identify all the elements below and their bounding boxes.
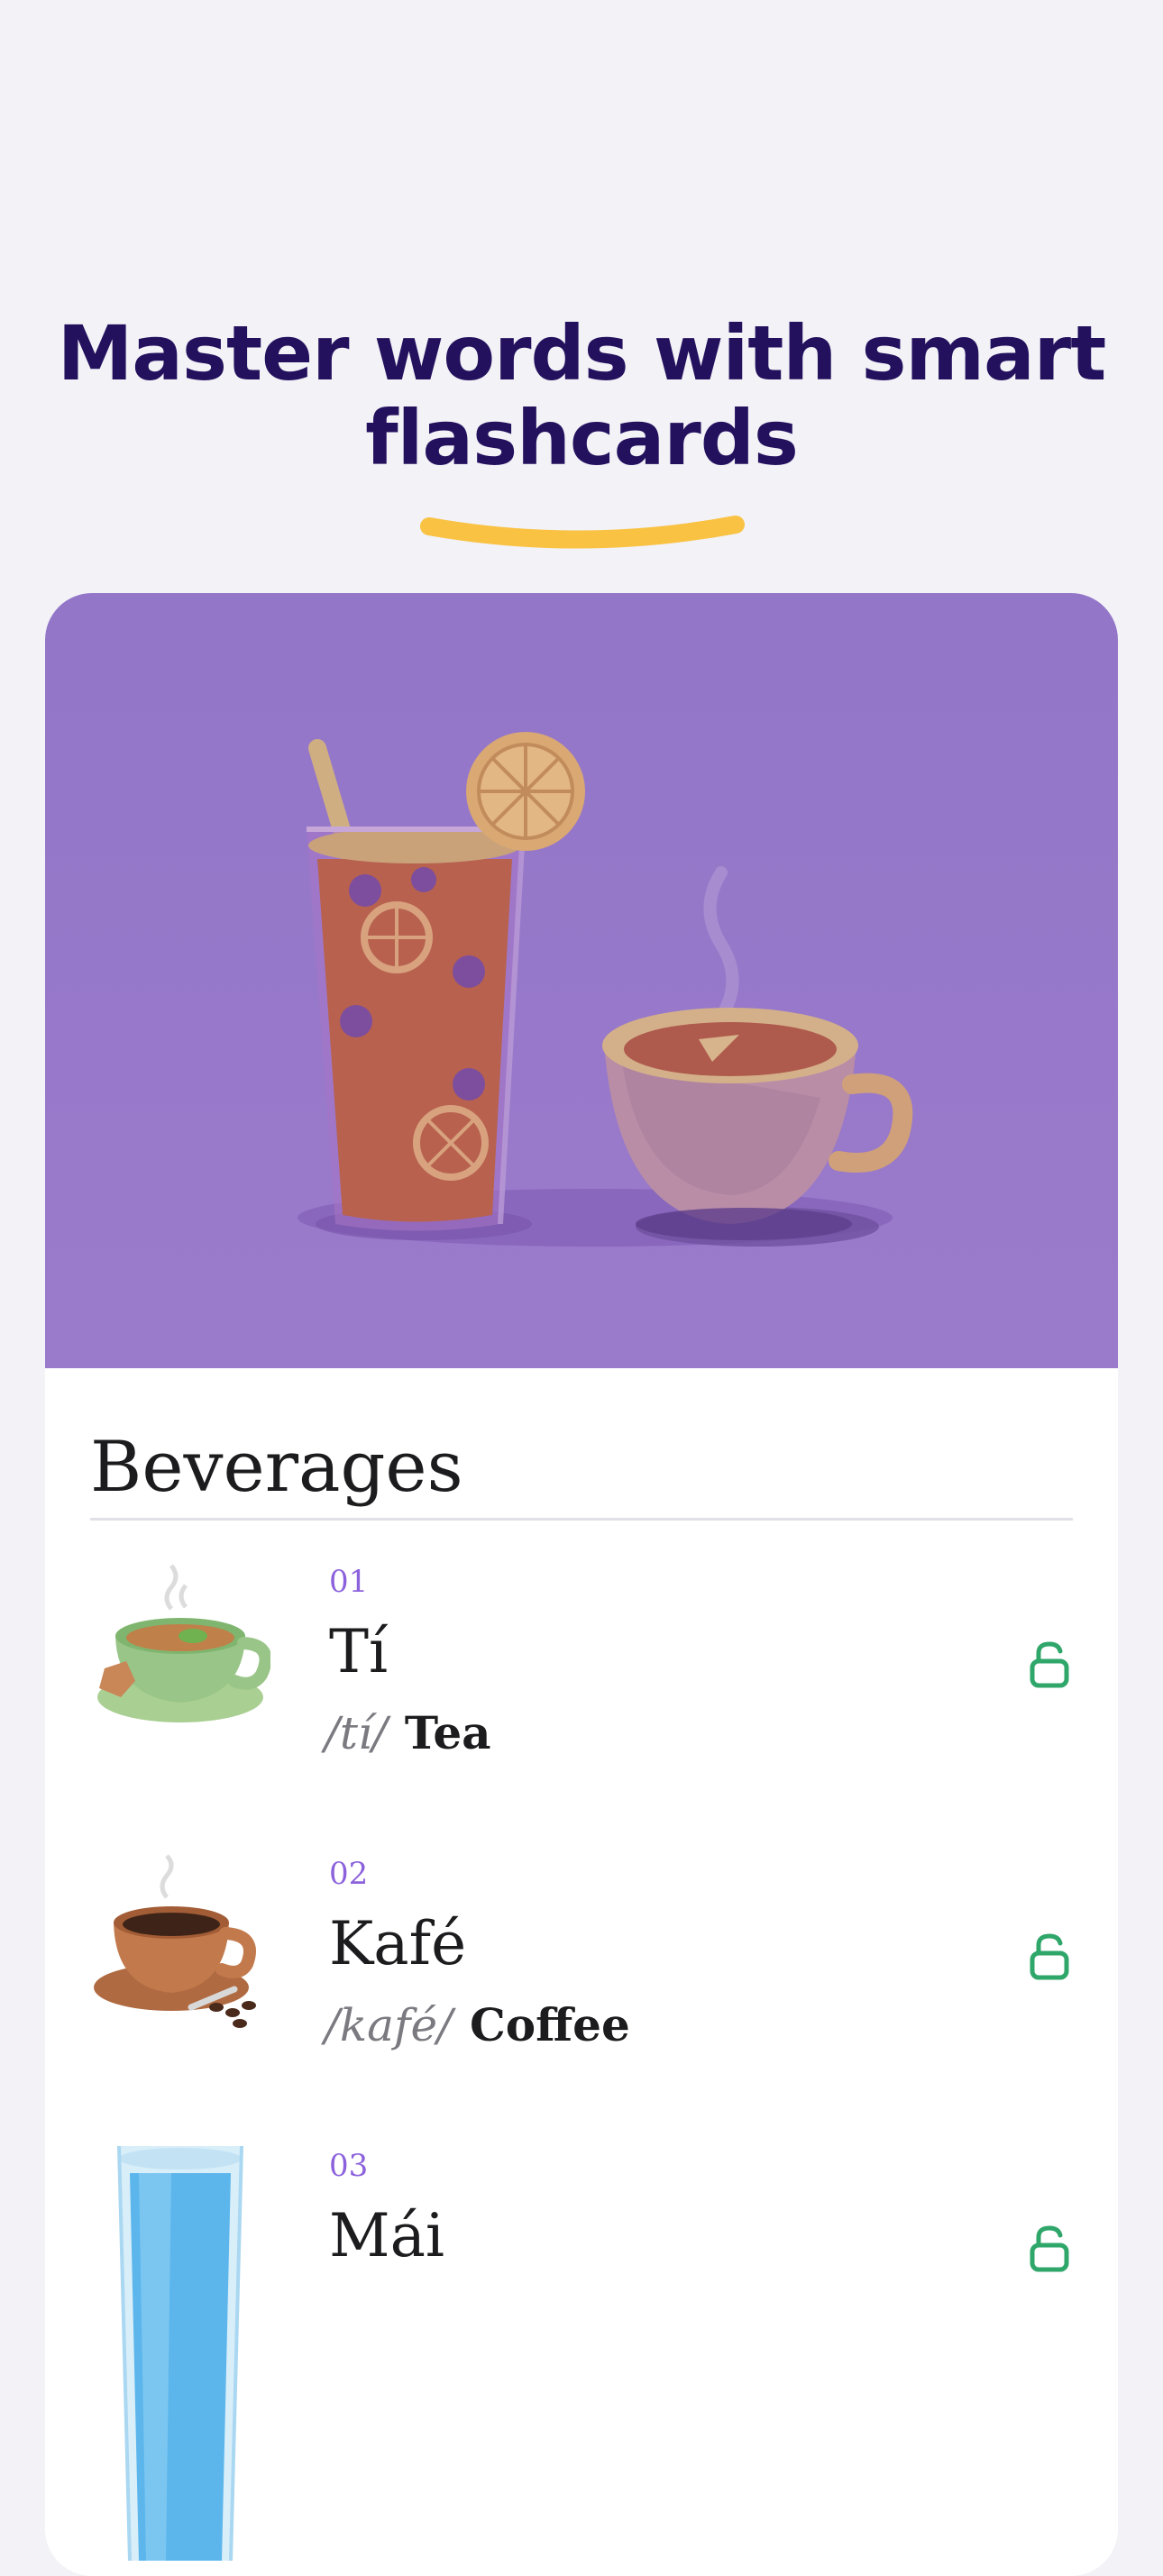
word-translation: Coffee [470,1998,630,2051]
unlocked-icon [1030,2225,1069,2272]
word-translation: Tea [404,1706,491,1759]
word-term: Mái [329,2201,445,2270]
word-phonetic: /kafé/ [325,1999,453,2051]
beverages-illustration [298,732,913,1247]
page-title-line-1: Master words with smart [57,309,1107,397]
word-list-item[interactable]: 03 Mái [45,2146,1118,2562]
deck-title: Beverages [90,1427,463,1508]
word-index: 03 [329,2148,369,2184]
word-pronunciation-row: /kafé/ Coffee [325,1998,630,2051]
section-divider [90,1518,1073,1521]
word-list-item[interactable]: 01 Tí /tí/ Tea [45,1562,1118,1832]
tea-cup-icon [97,1564,270,1722]
coffee-cup-icon [94,1854,256,2028]
word-index: 02 [329,1856,369,1892]
word-index: 01 [329,1564,369,1600]
word-list-item[interactable]: 02 Kafé /kafé/ Coffee [45,1854,1118,2124]
word-term: Kafé [329,1909,467,1978]
word-pronunciation-row: /tí/ Tea [325,1706,491,1759]
page-title: Master words with smart flashcards [0,311,1163,480]
unlocked-icon [1030,1641,1069,1688]
word-phonetic: /tí/ [325,1707,388,1759]
deck-hero-image [45,593,1118,1368]
flashcard-deck-card[interactable]: Beverages 01 Tí /tí/ Tea 02 Kafé /kafé/ … [45,593,1118,2576]
word-term: Tí [329,1617,389,1686]
title-underline-decoration [420,516,745,549]
page-title-line-2: flashcards [365,394,799,482]
water-glass-icon [117,2146,243,2562]
unlocked-icon [1030,1933,1069,1980]
